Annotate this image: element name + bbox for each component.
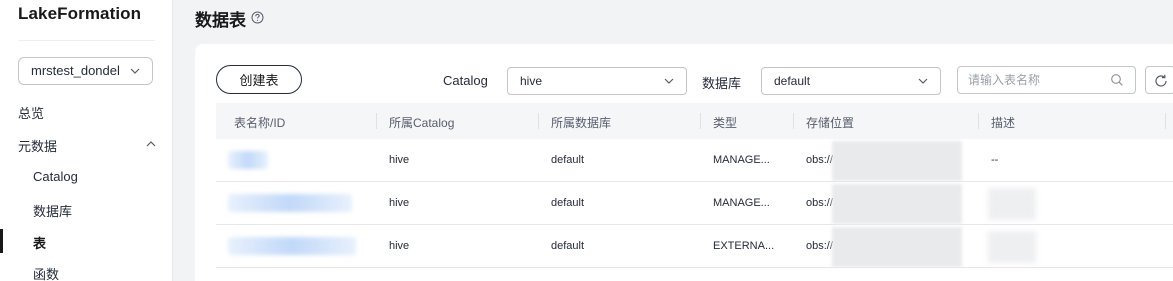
column-divider <box>793 113 794 129</box>
cell-catalog: hive <box>389 197 410 209</box>
catalog-select[interactable]: hive <box>507 67 687 95</box>
search-icon[interactable] <box>1110 73 1124 92</box>
cell-type: MANAGE... <box>713 154 770 166</box>
column-header-name: 表名称/ID <box>234 116 286 130</box>
help-icon[interactable] <box>251 11 264 29</box>
nav-item-table[interactable]: 表 <box>0 229 172 253</box>
nav-item-function[interactable]: 函数 <box>33 264 59 281</box>
redacted-location <box>832 184 962 224</box>
table-name-link[interactable] <box>228 237 356 255</box>
catalog-select-value: hive <box>520 74 543 88</box>
column-divider <box>376 113 377 129</box>
redacted-location <box>832 141 962 181</box>
database-select-value: default <box>774 74 811 88</box>
refresh-icon <box>1155 74 1167 87</box>
cell-type: EXTERNA... <box>713 240 775 252</box>
cell-catalog: hive <box>389 240 410 252</box>
divider <box>18 40 155 41</box>
chevron-down-icon <box>918 68 928 103</box>
database-select[interactable]: default <box>761 67 941 95</box>
table-name-link[interactable] <box>228 194 352 212</box>
instance-select[interactable]: mrstest_dondel <box>18 57 153 85</box>
sidebar: LakeFormation mrstest_dondel 总览 元数据 Cata… <box>0 0 173 281</box>
redacted-description <box>988 231 1036 263</box>
cell-database: default <box>551 240 585 252</box>
table-header: 表名称/ID 所属Catalog 所属数据库 类型 存储位置 描述 <box>216 103 1173 139</box>
app-title: LakeFormation <box>18 4 142 23</box>
column-divider <box>978 113 979 129</box>
chevron-down-icon <box>664 68 674 103</box>
column-divider <box>1165 113 1166 129</box>
active-indicator <box>0 229 3 253</box>
table-search-box[interactable] <box>957 66 1136 94</box>
catalog-filter-label: Catalog <box>443 73 488 88</box>
cell-catalog: hive <box>389 154 410 166</box>
create-table-button[interactable]: 创建表 <box>216 65 302 94</box>
cell-database: default <box>551 197 585 209</box>
table-row: hive default EXTERNA... obs:// <box>216 225 1173 268</box>
cell-database: default <box>551 154 585 166</box>
table-row: hive default MANAGE... obs:// <box>216 182 1173 225</box>
column-header-database: 所属数据库 <box>551 116 612 130</box>
column-header-location: 存储位置 <box>806 116 855 130</box>
chevron-down-icon <box>130 58 140 93</box>
refresh-button[interactable] <box>1145 66 1173 94</box>
column-divider <box>538 113 539 129</box>
nav-item-database[interactable]: 数据库 <box>33 201 72 220</box>
redacted-description <box>988 188 1036 220</box>
cell-location: obs:// <box>806 240 833 252</box>
column-header-catalog: 所属Catalog <box>389 116 455 130</box>
database-filter-label: 数据库 <box>702 76 742 91</box>
table-row: hive default MANAGE... obs:// -- <box>216 139 1173 182</box>
cell-location: obs:// <box>806 154 833 166</box>
redacted-location <box>832 227 962 267</box>
column-divider <box>700 113 701 129</box>
chevron-up-icon[interactable] <box>145 137 157 156</box>
cell-description: -- <box>991 154 999 166</box>
nav-item-metadata[interactable]: 元数据 <box>18 136 57 155</box>
cell-type: MANAGE... <box>713 197 770 209</box>
page-title: 数据表 <box>195 11 246 30</box>
column-header-type: 类型 <box>713 116 738 130</box>
instance-select-value: mrstest_dondel <box>31 63 120 78</box>
table-search-input[interactable] <box>968 72 1108 88</box>
nav-item-table-label: 表 <box>33 236 47 251</box>
cell-location: obs:// <box>806 197 833 209</box>
nav-item-catalog[interactable]: Catalog <box>33 169 78 184</box>
table-name-link[interactable] <box>228 151 268 169</box>
nav-item-overview[interactable]: 总览 <box>18 103 44 122</box>
column-header-description: 描述 <box>991 116 1016 130</box>
